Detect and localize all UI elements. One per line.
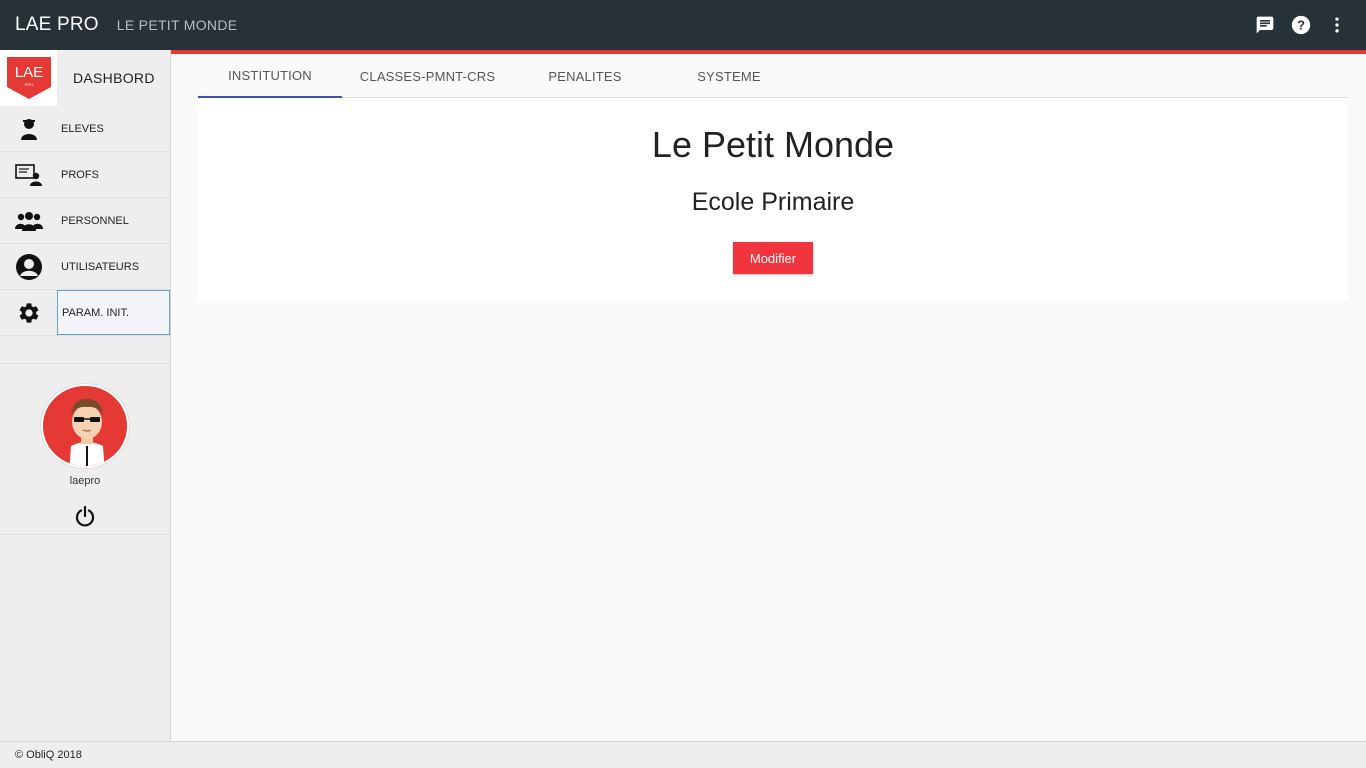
sidebar-item-eleves[interactable]: ELEVES xyxy=(0,106,170,152)
user-profile: laepro xyxy=(0,364,170,535)
teacher-icon xyxy=(0,152,57,197)
sidebar-item-profs[interactable]: PROFS xyxy=(0,152,170,198)
sidebar-item-param-init[interactable]: PARAM. INIT. xyxy=(0,290,170,336)
gear-icon xyxy=(0,290,57,335)
sidebar-dashboard-row: LAE PRO DASHBORD xyxy=(0,50,170,106)
institution-card: Le Petit Monde Ecole Primaire Modifier xyxy=(198,98,1348,301)
username: laepro xyxy=(69,475,101,487)
sidebar: LAE PRO DASHBORD ELEVES PROFS PERSONNEL … xyxy=(0,50,171,741)
message-icon[interactable] xyxy=(1254,14,1276,36)
user-icon xyxy=(0,244,57,289)
sidebar-item-utilisateurs[interactable]: UTILISATEURS xyxy=(0,244,170,290)
school-name: Le Petit Monde xyxy=(651,124,895,165)
top-app-bar: LAE PRO LE PETIT MONDE ? xyxy=(0,0,1366,50)
sidebar-spacer xyxy=(0,336,170,364)
settings-tabs: INSTITUTION CLASSES-PMNT-CRS PENALITES S… xyxy=(198,54,1348,98)
modify-button[interactable]: Modifier xyxy=(733,242,813,274)
copyright-text: © ObliQ 2018 xyxy=(15,749,82,761)
student-icon xyxy=(0,106,57,151)
lae-logo[interactable]: LAE PRO xyxy=(0,50,57,106)
sidebar-item-label: PARAM. INIT. xyxy=(57,290,170,335)
svg-text:?: ? xyxy=(1297,18,1305,33)
sidebar-item-label: ELEVES xyxy=(61,122,104,135)
sidebar-item-dashboard[interactable]: DASHBORD xyxy=(57,50,155,106)
group-icon xyxy=(0,198,57,243)
tab-classes-pmnt-crs[interactable]: CLASSES-PMNT-CRS xyxy=(342,54,513,98)
power-icon[interactable] xyxy=(73,505,97,534)
sidebar-item-label: PERSONNEL xyxy=(61,214,129,227)
institution-name: LE PETIT MONDE xyxy=(116,17,238,33)
tab-penalites[interactable]: PENALITES xyxy=(513,54,657,98)
logo-text: LAE xyxy=(14,64,42,81)
help-icon[interactable]: ? xyxy=(1290,14,1312,36)
sidebar-item-label: PROFS xyxy=(61,168,99,181)
sidebar-item-personnel[interactable]: PERSONNEL xyxy=(0,198,170,244)
sidebar-item-label: UTILISATEURS xyxy=(61,260,140,273)
school-type: Ecole Primaire xyxy=(691,188,855,216)
tab-institution[interactable]: INSTITUTION xyxy=(198,54,342,98)
app-title[interactable]: LAE PRO xyxy=(15,14,99,36)
top-actions: ? xyxy=(1254,0,1348,50)
tab-systeme[interactable]: SYSTEME xyxy=(657,54,801,98)
avatar[interactable] xyxy=(41,384,129,468)
footer: © ObliQ 2018 xyxy=(0,741,1366,768)
more-vert-icon[interactable] xyxy=(1326,14,1348,36)
logo-small-text: PRO xyxy=(24,82,33,87)
